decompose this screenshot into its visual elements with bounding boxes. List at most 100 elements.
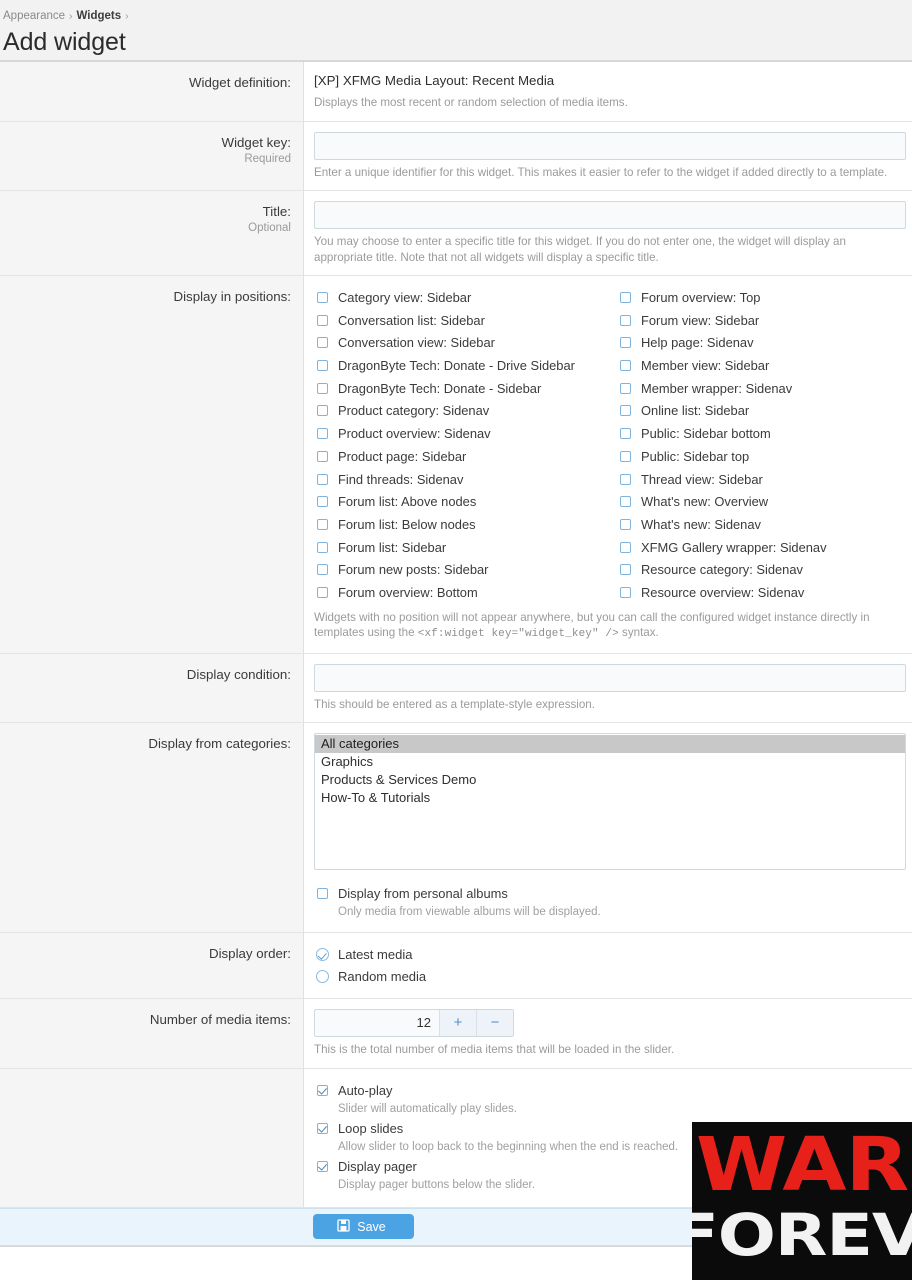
position-checkbox-right-5-box[interactable] [620,405,631,417]
title-input[interactable] [314,201,906,229]
position-checkbox-left-0[interactable]: Category view: Sidebar [314,287,617,310]
position-checkbox-left-10[interactable]: Forum list: Below nodes [314,514,617,537]
positions-right-column: Forum overview: Top Forum view: Sidebar He… [617,287,912,605]
display-condition-explain: This should be entered as a template-sty… [314,697,595,711]
position-checkbox-left-5[interactable]: Product category: Sidenav [314,400,617,423]
position-checkbox-right-8-box[interactable] [620,473,631,485]
position-checkbox-left-10-box[interactable] [317,518,328,530]
position-checkbox-left-3-box[interactable] [317,360,328,372]
slider-option-0-checkbox[interactable]: Auto-play [314,1081,906,1101]
position-checkbox-left-1[interactable]: Conversation list: Sidebar [314,310,617,333]
position-checkbox-left-5-box[interactable] [317,405,328,417]
checkbox-personal-albums-box[interactable] [317,888,328,900]
media-count-value[interactable]: 12 [315,1010,439,1037]
position-checkbox-left-7-box[interactable] [317,450,328,462]
position-checkbox-left-7[interactable]: Product page: Sidebar [314,446,617,469]
media-count-decrement-button[interactable]: − [476,1010,513,1037]
save-button-label: Save [357,1219,386,1234]
position-checkbox-left-5-label: Product category: Sidenav [338,403,490,419]
slider-option-0-description: Slider will automatically play slides. [338,1102,517,1115]
value-media-count: 12 + − This is the total number of media… [304,999,912,1068]
position-checkbox-right-11-box[interactable] [620,541,631,553]
position-checkbox-left-6-box[interactable] [317,428,328,440]
label-display-condition: Display condition: [0,653,304,723]
position-checkbox-left-13[interactable]: Forum overview: Bottom [314,582,617,605]
position-checkbox-right-4[interactable]: Member wrapper: Sidenav [617,378,912,401]
display-order-radio-1-circle[interactable] [316,970,329,984]
position-checkbox-right-0[interactable]: Forum overview: Top [617,287,912,310]
position-checkbox-right-1-box[interactable] [620,314,631,326]
position-checkbox-right-1[interactable]: Forum view: Sidebar [617,310,912,333]
personal-albums-group: Display from personal albums Only media … [314,884,906,920]
position-checkbox-right-2-label: Help page: Sidenav [641,335,754,351]
display-order-radio-0[interactable]: Latest media [314,943,906,966]
position-checkbox-right-2[interactable]: Help page: Sidenav [617,332,912,355]
position-checkbox-right-0-box[interactable] [620,292,631,303]
save-button[interactable]: Save [313,1214,414,1240]
position-checkbox-right-3-box[interactable] [620,360,631,372]
position-checkbox-right-2-box[interactable] [620,337,631,349]
position-checkbox-right-6-box[interactable] [620,428,631,440]
position-checkbox-right-13[interactable]: Resource overview: Sidenav [617,582,912,605]
position-checkbox-right-3[interactable]: Member view: Sidebar [617,355,912,378]
position-checkbox-right-12-box[interactable] [620,564,631,576]
row-media-count: Number of media items: 12 + − This is th… [0,999,912,1069]
position-checkbox-left-8[interactable]: Find threads: Sidenav [314,469,617,492]
display-condition-input[interactable] [314,663,906,692]
label-display-condition-text: Display condition: [186,666,291,682]
media-count-stepper[interactable]: 12 + − [314,1009,514,1038]
slider-option-0-box[interactable] [317,1084,328,1096]
position-checkbox-left-4[interactable]: DragonByte Tech: Donate - Sidebar [314,378,617,401]
checkbox-personal-albums[interactable]: Display from personal albums [314,884,906,904]
position-checkbox-right-10-box[interactable] [620,518,631,530]
positions-left-column: Category view: Sidebar Conversation list:… [314,287,617,605]
category-option-0[interactable]: All categories [315,735,905,754]
media-count-increment-button[interactable]: + [439,1010,476,1037]
widget-key-input[interactable] [314,131,906,160]
position-checkbox-right-9[interactable]: What's new: Overview [617,491,912,514]
position-checkbox-right-7[interactable]: Public: Sidebar top [617,446,912,469]
positions-explain-code: <xf:widget key="widget_key" /> [417,628,619,641]
position-checkbox-left-6[interactable]: Product overview: Sidenav [314,423,617,446]
position-checkbox-left-2[interactable]: Conversation view: Sidebar [314,332,617,355]
position-checkbox-right-7-box[interactable] [620,450,631,462]
row-widget-definition: Widget definition: [XP] XFMG Media Layou… [0,62,912,122]
category-option-1[interactable]: Graphics [315,753,905,771]
position-checkbox-left-11-box[interactable] [317,541,328,553]
position-checkbox-right-8[interactable]: Thread view: Sidebar [617,469,912,492]
slider-option-2-box[interactable] [317,1160,328,1172]
position-checkbox-right-5[interactable]: Online list: Sidebar [617,400,912,423]
position-checkbox-right-1-label: Forum view: Sidebar [641,312,760,328]
position-checkbox-left-11[interactable]: Forum list: Sidebar [314,537,617,560]
position-checkbox-right-10[interactable]: What's new: Sidenav [617,514,912,537]
position-checkbox-left-13-box[interactable] [317,586,328,598]
position-checkbox-right-11[interactable]: XFMG Gallery wrapper: Sidenav [617,537,912,560]
category-option-2[interactable]: Products & Services Demo [315,771,905,789]
position-checkbox-right-4-box[interactable] [620,382,631,394]
position-checkbox-left-1-box[interactable] [317,314,328,326]
position-checkbox-right-9-box[interactable] [620,496,631,508]
slider-option-1-box[interactable] [317,1122,328,1134]
breadcrumb-item-appearance[interactable]: Appearance [3,10,65,22]
position-checkbox-right-12[interactable]: Resource category: Sidenav [617,559,912,582]
position-checkbox-left-0-box[interactable] [317,292,328,303]
position-checkbox-right-13-label: Resource overview: Sidenav [641,584,805,600]
breadcrumb-item-widgets[interactable]: Widgets [77,10,122,22]
position-checkbox-left-3[interactable]: DragonByte Tech: Donate - Drive Sidebar [314,355,617,378]
category-option-3[interactable]: How-To & Tutorials [315,789,905,807]
position-checkbox-right-6[interactable]: Public: Sidebar bottom [617,423,912,446]
position-checkbox-left-2-box[interactable] [317,337,328,349]
position-checkbox-left-7-label: Product page: Sidebar [338,448,467,464]
position-checkbox-right-5-label: Online list: Sidebar [641,403,750,419]
position-checkbox-left-4-box[interactable] [317,382,328,394]
position-checkbox-left-9-box[interactable] [317,496,328,508]
display-order-radio-1-label: Random media [338,969,427,985]
position-checkbox-left-12[interactable]: Forum new posts: Sidebar [314,559,617,582]
display-order-radio-1[interactable]: Random media [314,966,906,989]
category-listbox[interactable]: All categories Graphics Products & Service… [314,733,906,871]
display-order-radio-0-circle[interactable] [316,947,329,961]
position-checkbox-left-9[interactable]: Forum list: Above nodes [314,491,617,514]
position-checkbox-left-12-box[interactable] [317,564,328,576]
position-checkbox-right-13-box[interactable] [620,586,631,598]
position-checkbox-left-8-box[interactable] [317,473,328,485]
